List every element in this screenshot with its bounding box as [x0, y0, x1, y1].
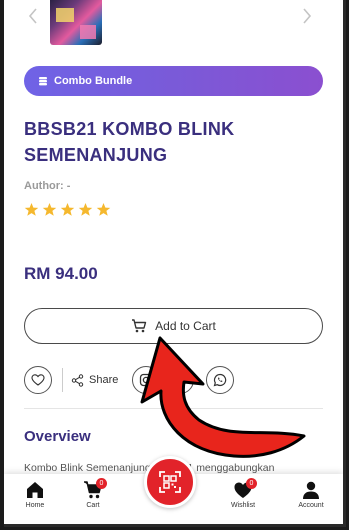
overview-heading: Overview — [24, 428, 91, 445]
nav-account-label: Account — [298, 502, 324, 509]
screen: Combo Bundle BBSB21 KOMBO BLINK SEMENANJ… — [4, 0, 346, 527]
product-actions: Share — [24, 366, 235, 394]
image-carousel[interactable] — [4, 0, 343, 50]
star-icon — [60, 202, 75, 216]
nav-wishlist-label: Wishlist — [230, 502, 256, 509]
share-button[interactable]: Share — [71, 373, 119, 387]
combo-bundle-badge: Combo Bundle — [24, 66, 323, 96]
qr-code-icon — [159, 471, 181, 493]
star-icon — [78, 202, 93, 216]
heart-icon — [31, 374, 45, 386]
share-icon — [71, 373, 84, 387]
product-thumbnail[interactable] — [50, 0, 102, 45]
instagram-share-button[interactable] — [132, 366, 161, 394]
whatsapp-share-button[interactable] — [206, 366, 235, 394]
add-to-cart-label: Add to Cart — [155, 319, 216, 333]
facebook-icon — [177, 374, 184, 386]
product-title: BBSB21 KOMBO BLINK SEMENANJUNG — [24, 116, 304, 168]
add-to-cart-button[interactable]: Add to Cart — [24, 308, 323, 344]
product-title-line1: BBSB21 KOMBO BLINK — [24, 119, 235, 139]
whatsapp-icon — [213, 373, 227, 387]
star-icon — [42, 202, 57, 216]
nav-account[interactable]: Account — [286, 480, 336, 509]
nav-home[interactable]: Home — [10, 480, 60, 509]
nav-wishlist[interactable]: 0 Wishlist — [218, 478, 268, 509]
star-icon — [24, 202, 39, 216]
wishlist-count-badge: 0 — [246, 478, 257, 489]
wishlist-toggle-button[interactable] — [24, 366, 52, 394]
user-icon — [303, 481, 319, 499]
chevron-right-icon[interactable] — [300, 6, 314, 26]
nav-cart-label: Cart — [86, 502, 100, 509]
divider — [62, 368, 63, 392]
nav-home-label: Home — [25, 502, 45, 509]
nav-cart[interactable]: 0 Cart — [68, 478, 118, 509]
product-price: RM 94.00 — [24, 264, 98, 283]
cart-count-badge: 0 — [96, 478, 107, 489]
product-title-line2: SEMENANJUNG — [24, 145, 168, 165]
qr-scan-button[interactable] — [144, 456, 196, 508]
facebook-share-button[interactable] — [166, 366, 195, 394]
badge-label: Combo Bundle — [54, 75, 133, 87]
instagram-icon — [140, 373, 153, 387]
chevron-left-icon[interactable] — [26, 6, 40, 26]
layers-icon — [39, 77, 47, 86]
home-icon — [27, 482, 43, 498]
product-author: Author: - — [24, 180, 71, 192]
section-divider — [24, 408, 323, 409]
cart-icon — [132, 319, 147, 333]
star-icon — [96, 202, 111, 216]
share-label: Share — [89, 374, 119, 386]
rating-stars — [24, 202, 111, 217]
